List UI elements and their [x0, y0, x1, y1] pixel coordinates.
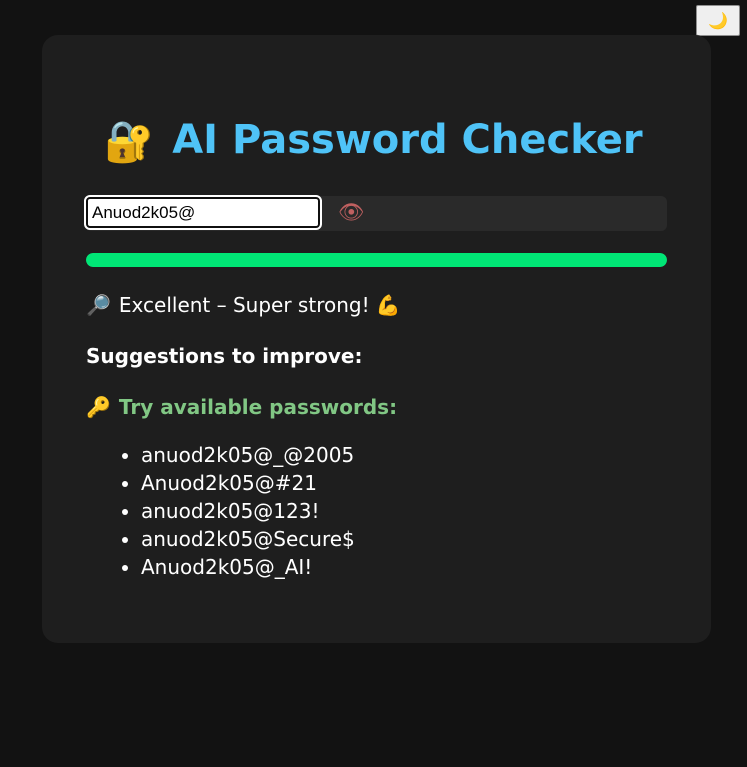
flexed-biceps-icon: 💪: [375, 293, 401, 317]
suggested-password-item[interactable]: Anuod2k05@#21: [141, 469, 355, 497]
lock-key-icon: 🔐: [104, 119, 155, 165]
eye-icon[interactable]: 👁: [338, 200, 365, 225]
strength-meter-fill: [86, 253, 667, 267]
suggested-password-item[interactable]: Anuod2k05@_AI!: [141, 553, 355, 581]
suggested-password-item[interactable]: anuod2k05@123!: [141, 497, 355, 525]
suggested-password-item[interactable]: anuod2k05@_@2005: [141, 441, 355, 469]
key-icon: 🔑: [86, 395, 111, 419]
password-input[interactable]: [84, 195, 322, 230]
page-title-text: AI Password Checker: [172, 117, 643, 163]
theme-toggle-button[interactable]: 🌙: [696, 5, 740, 36]
moon-icon: 🌙: [708, 12, 728, 30]
suggested-password-item[interactable]: anuod2k05@Secure$: [141, 525, 355, 553]
suggestions-heading: Suggestions to improve:: [86, 344, 363, 368]
page-title: 🔐 AI Password Checker: [0, 110, 747, 172]
suggested-password-list: anuod2k05@_@2005 Anuod2k05@#21 anuod2k05…: [118, 441, 355, 581]
strength-meter: [86, 253, 667, 267]
strength-text: Excellent – Super strong!: [118, 293, 370, 317]
password-input-row: 👁: [84, 195, 667, 231]
available-passwords-heading-text: Try available passwords:: [118, 395, 398, 419]
available-passwords-heading: 🔑 Try available passwords:: [86, 392, 397, 422]
strength-label: 🔎 Excellent – Super strong! 💪: [86, 290, 401, 320]
magnifier-icon: 🔎: [86, 293, 111, 317]
